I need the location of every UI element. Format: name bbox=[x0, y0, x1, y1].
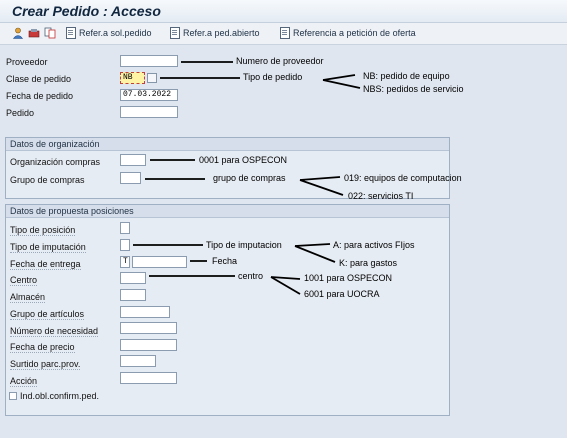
annotation: 019: equipos de computacion bbox=[344, 173, 462, 183]
annotation: Tipo de pedido bbox=[243, 72, 303, 82]
annotation: 1001 para OSPECON bbox=[304, 273, 393, 283]
annotation: Numero de proveedor bbox=[236, 56, 324, 66]
annotation: 6001 para UOCRA bbox=[304, 289, 380, 299]
annotation: K: para gastos bbox=[339, 258, 398, 268]
annotation: A: para activos FIjos bbox=[333, 240, 415, 250]
annotation: centro bbox=[238, 271, 264, 281]
annotation: 0001 para OSPECON bbox=[199, 155, 288, 165]
annotation: 022: servicios TI bbox=[348, 191, 414, 201]
annotation: NBS: pedidos de servicio bbox=[363, 84, 464, 94]
annotation: Tipo de imputacion bbox=[206, 240, 282, 250]
annotation: grupo de compras bbox=[213, 173, 286, 183]
annotation: NB: pedido de equipo bbox=[363, 71, 450, 81]
annotation: Fecha bbox=[212, 256, 238, 266]
